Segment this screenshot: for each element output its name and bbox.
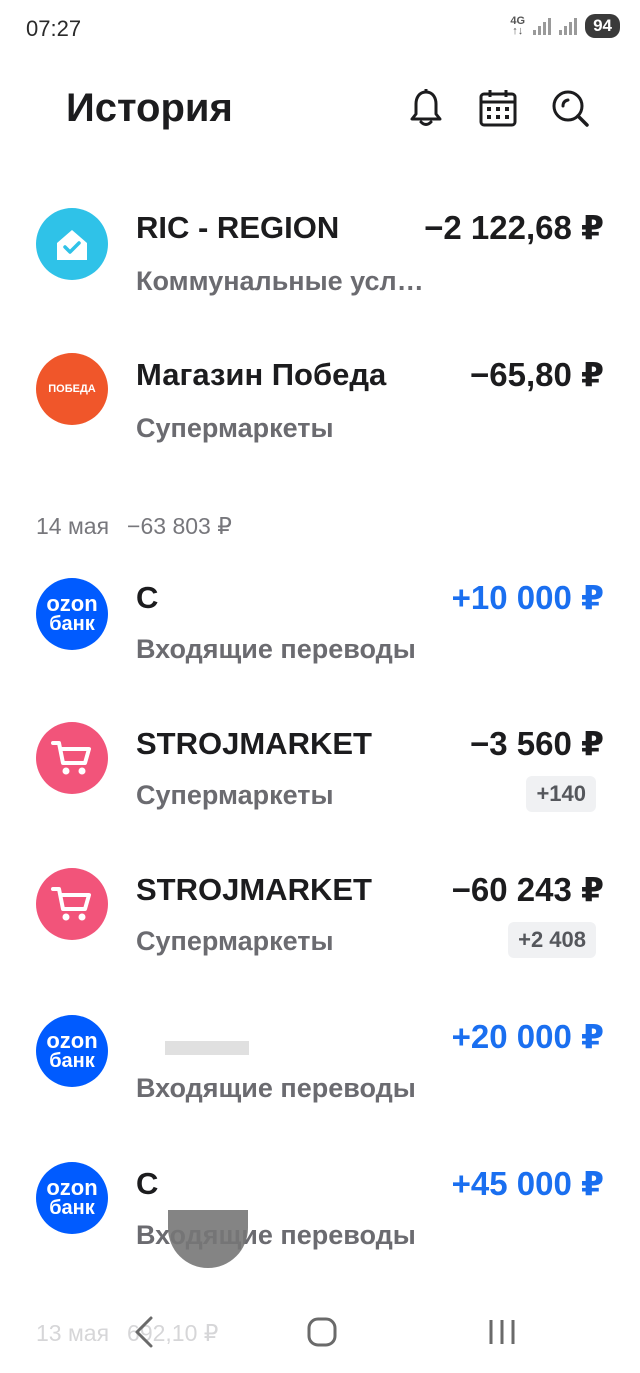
- network-type: 4G ↑↓: [510, 15, 526, 37]
- pobeda-logo: ПОБЕДА: [36, 353, 108, 425]
- transaction-amount: +45 000 ₽: [441, 1164, 604, 1203]
- transaction-amount: −2 122,68 ₽: [414, 208, 604, 247]
- signal-icon: [533, 17, 552, 35]
- ozon-bank-logo: ozon банк: [36, 578, 108, 650]
- transaction-category: Супермаркеты: [136, 926, 334, 956]
- transaction-row[interactable]: ПОБЕДА Магазин Победа −65,80 ₽ Супермарк…: [0, 343, 640, 463]
- transaction-amount: −65,80 ₽: [460, 355, 604, 394]
- transaction-name: STROJMARKET: [136, 726, 372, 761]
- status-indicators: 4G ↑↓ 94: [510, 14, 620, 38]
- transaction-name: С: [136, 1166, 159, 1201]
- transaction-category: Супермаркеты: [136, 413, 334, 443]
- transaction-category: Входящие переводы: [136, 1073, 416, 1103]
- transaction-name: Магазин Победа: [136, 357, 387, 392]
- transaction-amount: −3 560 ₽: [460, 724, 604, 763]
- transaction-amount: +10 000 ₽: [441, 578, 604, 617]
- cart-logo: [36, 722, 108, 794]
- status-time: 07:27: [26, 16, 82, 41]
- page-header: История: [0, 80, 640, 140]
- system-nav-bar: 13 мая 692,10 ₽: [0, 1290, 640, 1373]
- bell-icon[interactable]: [404, 86, 448, 130]
- home-button[interactable]: [292, 1310, 352, 1354]
- transaction-row[interactable]: STROJMARKET −60 243 ₽ Супермаркеты +2 40…: [0, 858, 640, 978]
- ozon-bank-logo: ozon банк: [36, 1015, 108, 1087]
- signal-icon-2: [559, 17, 578, 35]
- back-button[interactable]: [114, 1310, 174, 1354]
- transaction-name: С: [136, 580, 159, 615]
- transaction-row[interactable]: ozon банк С +10 000 ₽ Входящие переводы: [0, 566, 640, 686]
- transaction-name: STROJMARKET: [136, 872, 372, 907]
- transaction-row[interactable]: RIC - REGION −2 122,68 ₽ Коммунальные ус…: [0, 196, 640, 316]
- calendar-icon[interactable]: [476, 86, 520, 130]
- day-total: −63 803 ₽: [127, 513, 232, 539]
- bonus-badge: +2 408: [508, 922, 596, 958]
- transaction-category: Коммунальные усл…: [136, 266, 424, 296]
- transaction-row[interactable]: ozon банк С +45 000 ₽ Входящие переводы: [0, 1152, 640, 1272]
- transaction-category: Входящие переводы: [136, 634, 416, 664]
- transaction-amount: +20 000 ₽: [441, 1017, 604, 1056]
- transaction-row[interactable]: STROJMARKET −3 560 ₽ Супермаркеты +140: [0, 712, 640, 832]
- status-bar: 07:27 4G ↑↓ 94: [0, 0, 640, 56]
- ozon-bank-logo: ozon банк: [36, 1162, 108, 1234]
- battery-indicator: 94: [585, 14, 620, 38]
- transaction-amount: −60 243 ₽: [441, 870, 604, 909]
- page-title: История: [66, 86, 233, 130]
- transaction-category: Супермаркеты: [136, 780, 334, 810]
- cart-logo: [36, 868, 108, 940]
- date-header: 14 мая −63 803 ₽: [36, 513, 250, 540]
- redacted-name: [165, 1041, 249, 1055]
- bonus-badge: +140: [526, 776, 596, 812]
- transaction-name: RIC - REGION: [136, 210, 340, 245]
- transaction-row[interactable]: ozon банк +20 000 ₽ Входящие переводы: [0, 1005, 640, 1125]
- date-label: 14 мая: [36, 513, 110, 539]
- house-logo: [36, 208, 108, 280]
- search-icon[interactable]: [548, 86, 592, 130]
- redaction-shape: [168, 1210, 248, 1268]
- recents-button[interactable]: [472, 1310, 532, 1354]
